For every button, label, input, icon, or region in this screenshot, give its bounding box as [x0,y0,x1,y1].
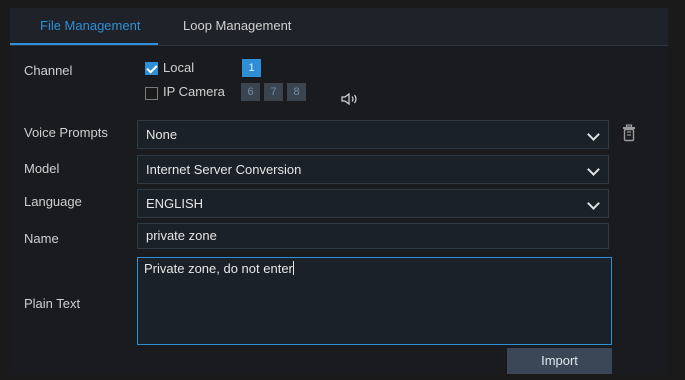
tab-file-management[interactable]: File Management [40,8,140,44]
ip-channel-6-button[interactable]: 6 [241,83,260,101]
voice-prompts-label: Voice Prompts [24,125,108,140]
channel-label: Channel [24,63,73,78]
chevron-down-icon [587,197,600,210]
language-label: Language [24,194,82,209]
model-label: Model [24,161,60,176]
local-channel-1-button[interactable]: 1 [242,59,261,77]
model-value: Internet Server Conversion [146,162,302,177]
import-button[interactable]: Import [507,348,612,374]
trash-icon[interactable] [622,124,636,142]
ip-channel-8-button[interactable]: 8 [287,83,306,101]
language-value: ENGLISH [146,196,204,211]
voice-prompts-value: None [146,127,178,142]
voice-prompts-select[interactable]: None [137,120,609,149]
plain-text-textarea[interactable]: Private zone, do not enter [137,257,612,345]
local-label: Local [163,60,195,75]
name-value: private zone [146,228,217,243]
plain-text-value: Private zone, do not enter [144,261,293,276]
plain-text-label: Plain Text [24,296,81,311]
text-cursor [292,261,294,275]
tab-loop-management[interactable]: Loop Management [183,8,291,44]
name-input[interactable]: private zone [137,223,609,249]
ip-channel-7-button[interactable]: 7 [264,83,283,101]
ip-camera-checkbox[interactable] [145,87,158,100]
language-select[interactable]: ENGLISH [137,189,609,218]
chevron-down-icon [587,163,600,176]
local-checkbox[interactable] [145,62,158,75]
tab-bar: File Management Loop Management [10,8,668,46]
speaker-icon[interactable] [341,92,359,106]
active-tab-indicator [10,43,158,45]
chevron-down-icon [587,128,600,141]
ip-camera-label: IP Camera [163,84,225,99]
model-select[interactable]: Internet Server Conversion [137,155,609,184]
name-label: Name [24,231,59,246]
